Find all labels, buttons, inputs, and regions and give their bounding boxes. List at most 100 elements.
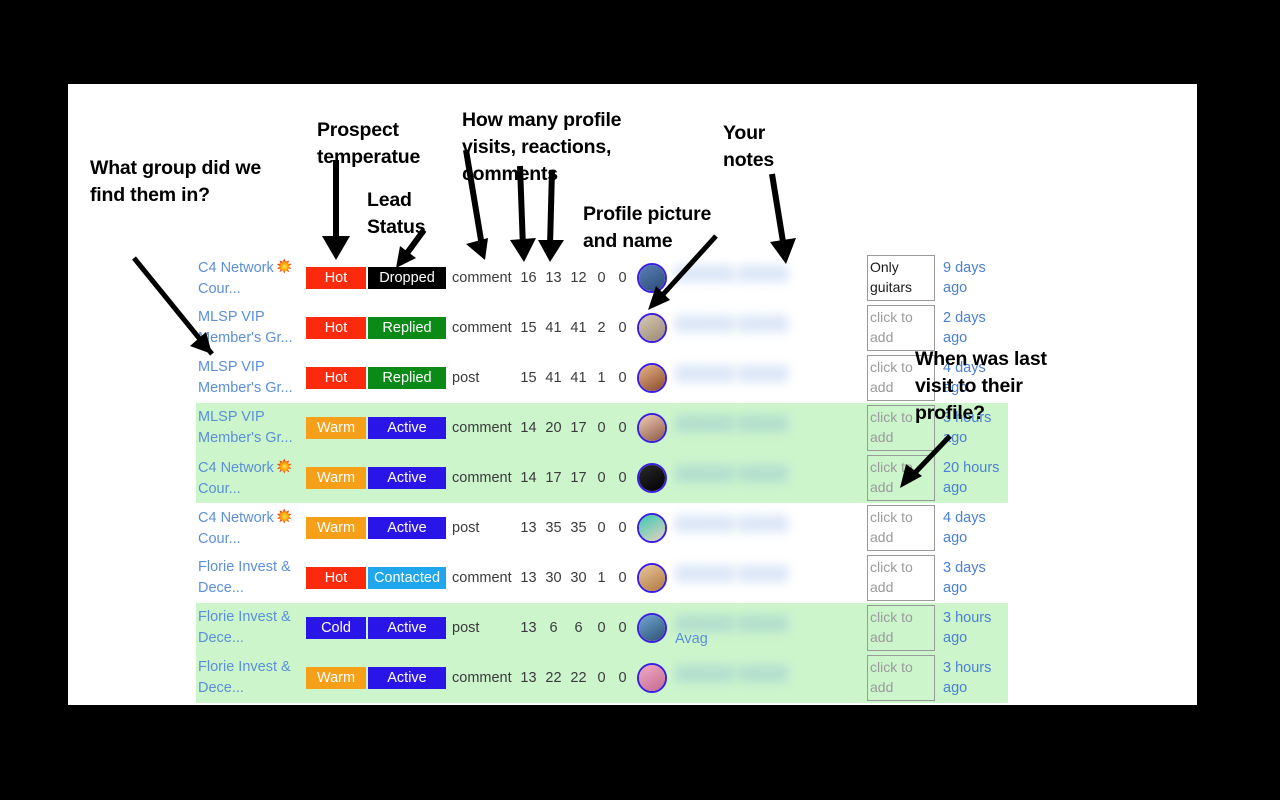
- profile-name-visible[interactable]: Avag: [675, 631, 708, 647]
- metric-3-cell: 41: [570, 370, 587, 386]
- temperature-badge[interactable]: Cold: [306, 617, 366, 639]
- table-row[interactable]: MLSP VIP Member's Gr... Hot Replied comment 1…: [196, 303, 1008, 353]
- profile-name-cell[interactable]: ██████ █████: [671, 403, 861, 453]
- metric-1-cell: 13: [520, 620, 537, 636]
- metric-2-cell: 6: [549, 620, 558, 636]
- metric-4-cell: 0: [597, 670, 606, 686]
- note-cell[interactable]: click to add: [867, 555, 939, 601]
- note-input[interactable]: Only guitars: [867, 255, 935, 301]
- profile-name-cell[interactable]: ██████ █████: [671, 553, 861, 603]
- profile-name-cell[interactable]: ██████ █████: [671, 653, 861, 703]
- activity-type-cell: comment: [452, 270, 512, 286]
- metric-4-cell: 0: [597, 620, 606, 636]
- lead-status-badge[interactable]: Replied: [368, 317, 446, 339]
- temperature-cell[interactable]: Warm: [306, 667, 366, 689]
- avatar-cell[interactable]: [633, 313, 671, 343]
- metric-2-cell: 30: [545, 570, 562, 586]
- temperature-badge[interactable]: Warm: [306, 417, 366, 439]
- avatar[interactable]: [637, 613, 667, 643]
- metric-1-cell: 14: [520, 420, 537, 436]
- avatar[interactable]: [637, 313, 667, 343]
- temperature-cell[interactable]: Hot: [306, 567, 366, 589]
- note-input[interactable]: click to add: [867, 305, 935, 351]
- note-cell[interactable]: click to add: [867, 605, 939, 651]
- note-cell[interactable]: click to add: [867, 305, 939, 351]
- note-input[interactable]: click to add: [867, 655, 935, 701]
- lead-status-cell[interactable]: Active: [368, 467, 446, 489]
- table-row[interactable]: MLSP VIP Member's Gr... Hot Replied post 15 41…: [196, 353, 1008, 403]
- lead-status-cell[interactable]: Active: [368, 517, 446, 539]
- group-name-cell[interactable]: C4 Network Cour...: [196, 507, 306, 550]
- lead-status-cell[interactable]: Replied: [368, 367, 446, 389]
- avatar-cell[interactable]: [633, 513, 671, 543]
- lead-status-cell[interactable]: Contacted: [368, 567, 446, 589]
- avatar[interactable]: [637, 413, 667, 443]
- temperature-badge[interactable]: Warm: [306, 467, 366, 489]
- avatar-cell[interactable]: [633, 413, 671, 443]
- lead-status-badge[interactable]: Contacted: [368, 567, 446, 589]
- lead-status-badge[interactable]: Replied: [368, 367, 446, 389]
- group-name-cell[interactable]: Florie Invest & Dece...: [196, 557, 306, 599]
- temperature-badge[interactable]: Hot: [306, 267, 366, 289]
- temperature-cell[interactable]: Warm: [306, 417, 366, 439]
- avatar[interactable]: [637, 663, 667, 693]
- last-visit-cell: 3 hours ago: [943, 610, 992, 646]
- avatar[interactable]: [637, 513, 667, 543]
- profile-name-cell[interactable]: ██████ █████: [671, 453, 861, 503]
- profile-name-cell[interactable]: ██████ █████: [671, 353, 861, 403]
- avatar-cell[interactable]: [633, 363, 671, 393]
- table-row[interactable]: C4 Network Cour... Warm Active comment 14 17 17…: [196, 453, 1008, 503]
- metric-1-cell: 13: [520, 670, 537, 686]
- avatar[interactable]: [637, 363, 667, 393]
- profile-name-blurred: ██████ █████: [675, 565, 788, 581]
- lead-status-badge[interactable]: Active: [368, 417, 446, 439]
- group-name-cell[interactable]: C4 Network Cour...: [196, 457, 306, 500]
- note-input[interactable]: click to add: [867, 605, 935, 651]
- lead-status-badge[interactable]: Active: [368, 617, 446, 639]
- group-name-cell[interactable]: Florie Invest & Dece...: [196, 607, 306, 649]
- temperature-badge[interactable]: Warm: [306, 517, 366, 539]
- avatar-cell[interactable]: [633, 663, 671, 693]
- temperature-cell[interactable]: Warm: [306, 467, 366, 489]
- note-input[interactable]: click to add: [867, 505, 935, 551]
- lead-status-cell[interactable]: Active: [368, 667, 446, 689]
- temperature-cell[interactable]: Hot: [306, 267, 366, 289]
- metric-3-cell: 30: [570, 570, 587, 586]
- group-name-cell[interactable]: MLSP VIP Member's Gr...: [196, 407, 306, 449]
- table-row[interactable]: C4 Network Cour... Warm Active post 13 35 35 0 0 █…: [196, 503, 1008, 553]
- table-row[interactable]: MLSP VIP Member's Gr... Warm Active comment 1…: [196, 403, 1008, 453]
- lead-status-badge[interactable]: Active: [368, 467, 446, 489]
- temperature-cell[interactable]: Cold: [306, 617, 366, 639]
- profile-name-cell[interactable]: ██████ █████: [671, 503, 861, 553]
- avatar[interactable]: [637, 463, 667, 493]
- table-row[interactable]: Florie Invest & Dece... Cold Active post 13 6 6…: [196, 603, 1008, 653]
- lead-status-cell[interactable]: Replied: [368, 317, 446, 339]
- last-visit-cell: 3 hours ago: [943, 660, 992, 696]
- group-name-cell[interactable]: Florie Invest & Dece...: [196, 657, 306, 699]
- table-row[interactable]: Florie Invest & Dece... Hot Contacted commen…: [196, 553, 1008, 603]
- lead-status-badge[interactable]: Active: [368, 667, 446, 689]
- avatar-cell[interactable]: [633, 563, 671, 593]
- lead-status-badge[interactable]: Active: [368, 517, 446, 539]
- temperature-cell[interactable]: Hot: [306, 317, 366, 339]
- temperature-badge[interactable]: Hot: [306, 567, 366, 589]
- avatar-cell[interactable]: [633, 463, 671, 493]
- metric-1-cell: 13: [520, 570, 537, 586]
- temperature-cell[interactable]: Warm: [306, 517, 366, 539]
- lead-status-cell[interactable]: Active: [368, 417, 446, 439]
- temperature-badge[interactable]: Warm: [306, 667, 366, 689]
- note-cell[interactable]: Only guitars: [867, 255, 939, 301]
- note-cell[interactable]: click to add: [867, 505, 939, 551]
- temperature-badge[interactable]: Hot: [306, 317, 366, 339]
- note-input[interactable]: click to add: [867, 555, 935, 601]
- temperature-badge[interactable]: Hot: [306, 367, 366, 389]
- table-row[interactable]: Florie Invest & Dece... Warm Active comment 1…: [196, 653, 1008, 703]
- profile-name-cell[interactable]: ██████ █████ Avag: [671, 603, 861, 653]
- temperature-cell[interactable]: Hot: [306, 367, 366, 389]
- group-name-line-2: Cour...: [198, 480, 241, 497]
- lead-status-cell[interactable]: Active: [368, 617, 446, 639]
- note-cell[interactable]: click to add: [867, 655, 939, 701]
- avatar-cell[interactable]: [633, 613, 671, 643]
- avatar[interactable]: [637, 563, 667, 593]
- annotation-your-notes: Your notes: [723, 122, 775, 171]
